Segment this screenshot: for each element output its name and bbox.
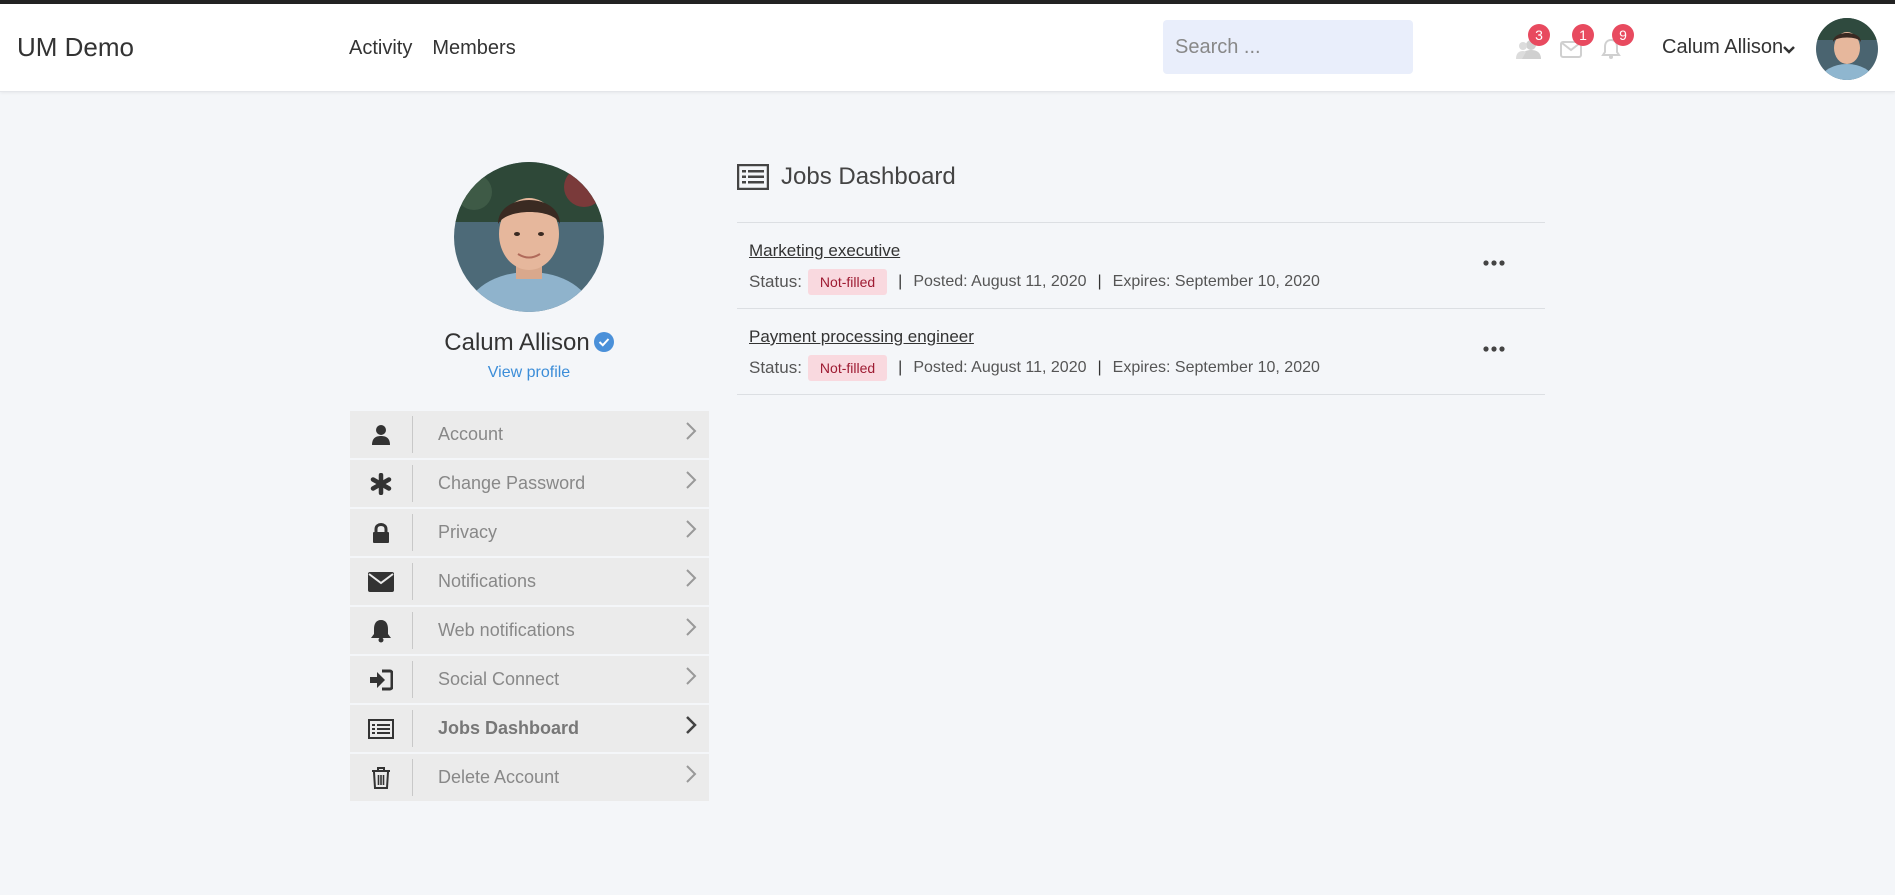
site-brand[interactable]: UM Demo — [17, 32, 134, 63]
job-row: Marketing executive Status: Not-filled |… — [737, 223, 1545, 309]
posted-date: Posted: August 11, 2020 — [913, 359, 1087, 376]
chevron-right-icon — [685, 568, 697, 593]
friend-requests-button[interactable]: 3 — [1516, 24, 1550, 60]
menu-item-jobs-dashboard[interactable]: Jobs Dashboard — [350, 705, 709, 752]
nav-activity[interactable]: Activity — [349, 37, 412, 60]
status-label: Status: — [749, 272, 802, 291]
menu-item-social-connect[interactable]: Social Connect — [350, 656, 709, 703]
menu-divider — [412, 710, 413, 747]
menu-item-web-notifications[interactable]: Web notifications — [350, 607, 709, 654]
menu-divider — [412, 661, 413, 698]
chevron-right-icon — [685, 764, 697, 789]
chevron-right-icon — [685, 519, 697, 544]
job-title-link[interactable]: Payment processing engineer — [749, 327, 974, 347]
envelope-icon — [350, 558, 412, 605]
messages-button[interactable]: 1 — [1560, 24, 1594, 60]
messages-badge: 1 — [1572, 24, 1594, 46]
menu-item-label: Delete Account — [438, 767, 560, 787]
expires-date: Expires: September 10, 2020 — [1112, 359, 1320, 376]
lock-icon — [350, 509, 412, 556]
trash-icon — [350, 754, 412, 801]
profile-avatar[interactable] — [454, 162, 604, 312]
menu-divider — [412, 416, 413, 453]
search-input[interactable] — [1163, 20, 1413, 74]
friend-requests-badge: 3 — [1528, 24, 1550, 46]
menu-item-label: Account — [438, 424, 504, 444]
bell-icon — [350, 607, 412, 654]
chevron-right-icon — [685, 617, 697, 642]
list-icon — [737, 164, 769, 190]
status-badge: Not-filled — [807, 269, 888, 295]
menu-divider — [412, 465, 413, 502]
menu-item-privacy[interactable]: Privacy — [350, 509, 709, 556]
chevron-down-icon[interactable] — [1782, 42, 1796, 60]
status-label: Status: — [749, 358, 802, 377]
notifications-button[interactable]: 9 — [1600, 24, 1634, 60]
job-row: Payment processing engineer Status: Not-… — [737, 309, 1545, 395]
menu-divider — [412, 563, 413, 600]
menu-item-account[interactable]: Account — [350, 411, 709, 458]
menu-item-label: Web notifications — [438, 620, 575, 640]
profile-name: Calum Allison — [444, 329, 590, 356]
profile-name-block: Calum Allison — [350, 329, 708, 359]
menu-item-label: Privacy — [438, 522, 498, 542]
chevron-right-icon — [685, 421, 697, 446]
menu-item-change-password[interactable]: Change Password — [350, 460, 709, 507]
jobs-dashboard-heading: Jobs Dashboard — [737, 163, 956, 191]
menu-item-delete-account[interactable]: Delete Account — [350, 754, 709, 801]
expires-date: Expires: September 10, 2020 — [1112, 273, 1320, 290]
chevron-right-icon — [685, 470, 697, 495]
view-profile-link[interactable]: View profile — [350, 364, 708, 382]
chevron-right-icon — [685, 666, 697, 691]
job-meta: Status: Not-filled | Posted: August 11, … — [749, 355, 1320, 381]
menu-item-label: Jobs Dashboard — [438, 718, 580, 738]
user-avatar[interactable] — [1816, 18, 1878, 80]
verified-icon — [593, 331, 614, 359]
menu-item-notifications[interactable]: Notifications — [350, 558, 709, 605]
menu-divider — [412, 612, 413, 649]
job-title-link[interactable]: Marketing executive — [749, 241, 900, 261]
main-nav: Activity Members — [349, 37, 516, 60]
status-badge: Not-filled — [807, 355, 888, 381]
asterisk-icon — [350, 460, 412, 507]
jobs-list: Marketing executive Status: Not-filled |… — [737, 222, 1545, 395]
notifications-badge: 9 — [1612, 24, 1634, 46]
job-meta: Status: Not-filled | Posted: August 11, … — [749, 269, 1320, 295]
user-icon — [350, 411, 412, 458]
menu-item-label: Change Password — [438, 473, 586, 493]
top-header: UM Demo Activity Members 3 1 9 Calum All… — [0, 4, 1895, 92]
menu-item-label: Notifications — [438, 571, 537, 591]
more-actions-icon[interactable] — [1483, 339, 1505, 357]
list-icon — [350, 705, 412, 752]
posted-date: Posted: August 11, 2020 — [913, 273, 1087, 290]
user-menu-name[interactable]: Calum Allison — [1662, 36, 1783, 59]
page-title: Jobs Dashboard — [781, 163, 956, 190]
more-actions-icon[interactable] — [1483, 253, 1505, 271]
sign-in-icon — [350, 656, 412, 703]
menu-divider — [412, 514, 413, 551]
chevron-right-icon — [685, 715, 697, 740]
menu-item-label: Social Connect — [438, 669, 560, 689]
nav-members[interactable]: Members — [432, 37, 515, 60]
account-menu: Account Change Password Privacy Notifica… — [350, 411, 709, 803]
menu-divider — [412, 759, 413, 796]
